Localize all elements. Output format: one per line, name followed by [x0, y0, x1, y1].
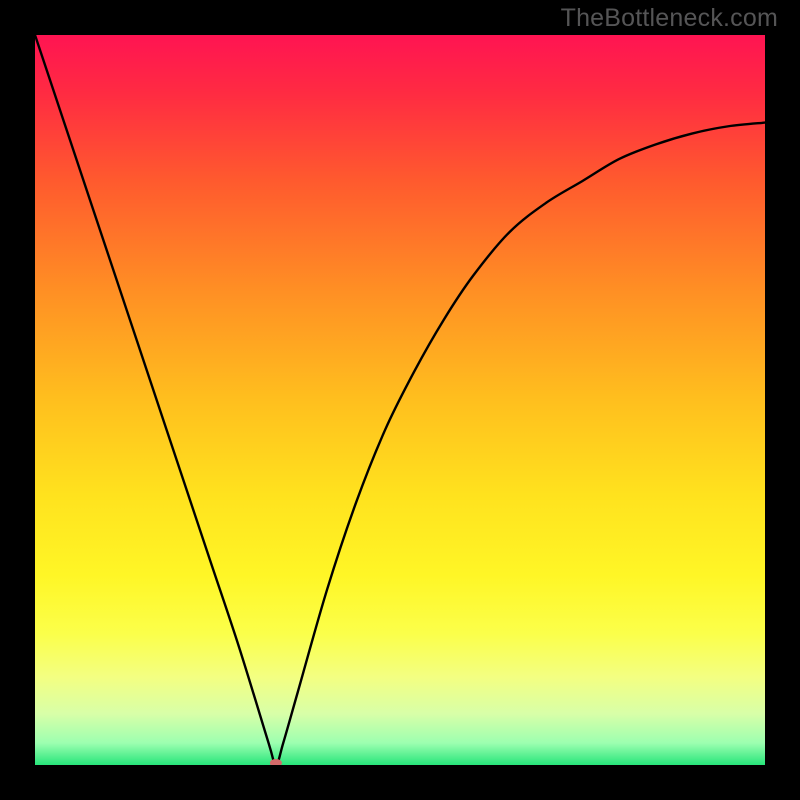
bottleneck-curve [35, 35, 765, 765]
chart-container: TheBottleneck.com [0, 0, 800, 800]
plot-area [35, 35, 765, 765]
minimum-marker [270, 759, 282, 765]
watermark-text: TheBottleneck.com [561, 4, 778, 33]
